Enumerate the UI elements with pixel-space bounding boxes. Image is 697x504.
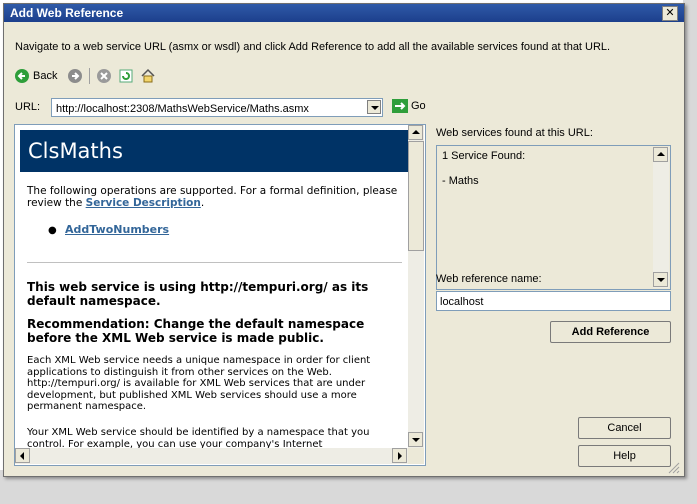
scroll-down-icon[interactable] bbox=[408, 432, 423, 447]
intro-text: The following operations are supported. … bbox=[27, 185, 398, 209]
window-title: Add Web Reference bbox=[10, 6, 124, 20]
go-arrow-icon bbox=[392, 99, 408, 113]
intro-suffix: . bbox=[200, 197, 205, 209]
scroll-right-icon[interactable] bbox=[392, 448, 407, 463]
url-label: URL: bbox=[15, 101, 41, 113]
refresh-icon[interactable] bbox=[118, 68, 134, 84]
url-combobox[interactable] bbox=[51, 98, 383, 117]
services-scroll-up-icon[interactable] bbox=[653, 147, 668, 162]
url-input[interactable] bbox=[52, 100, 358, 117]
browser-vertical-scrollbar[interactable] bbox=[408, 125, 424, 448]
stop-icon[interactable] bbox=[96, 68, 112, 84]
instructions-text: Navigate to a web service URL (asmx or w… bbox=[15, 41, 611, 53]
web-reference-name-input[interactable] bbox=[437, 293, 668, 311]
scroll-thumb[interactable] bbox=[408, 141, 424, 251]
add-web-reference-dialog: Add Web Reference ✕ Navigate to a web se… bbox=[3, 3, 685, 477]
operation-bullet: ● bbox=[48, 225, 57, 236]
services-found-count: 1 Service Found: bbox=[442, 150, 526, 162]
back-arrow-icon[interactable] bbox=[14, 68, 30, 84]
namespace-paragraph-1: Each XML Web service needs a unique name… bbox=[27, 355, 371, 412]
forward-arrow-icon[interactable] bbox=[67, 68, 83, 84]
services-found-label: Web services found at this URL: bbox=[436, 127, 593, 139]
namespace-paragraph-2: Your XML Web service should be identifie… bbox=[27, 427, 370, 448]
toolbar-separator bbox=[89, 68, 91, 84]
go-button[interactable]: Go bbox=[392, 99, 426, 113]
background-edge-right bbox=[683, 0, 697, 504]
services-scroll-down-icon[interactable] bbox=[653, 272, 668, 287]
service-header: ClsMaths bbox=[20, 130, 408, 172]
namespace-heading: This web service is using http://tempuri… bbox=[27, 280, 369, 308]
service-item[interactable]: - Maths bbox=[442, 175, 479, 187]
navigation-toolbar: Back bbox=[14, 66, 156, 86]
browser-content: ClsMaths The following operations are su… bbox=[15, 125, 408, 448]
url-dropdown-arrow-icon[interactable] bbox=[367, 100, 381, 114]
services-list[interactable]: 1 Service Found: - Maths bbox=[436, 145, 671, 290]
recommendation-heading: Recommendation: Change the default names… bbox=[27, 317, 365, 345]
add-reference-button[interactable]: Add Reference bbox=[550, 321, 671, 343]
services-scrollbar[interactable] bbox=[653, 147, 669, 288]
resize-grip-icon[interactable] bbox=[668, 462, 680, 474]
home-icon[interactable] bbox=[140, 68, 156, 84]
close-button[interactable]: ✕ bbox=[662, 6, 678, 21]
web-browser-pane[interactable]: ClsMaths The following operations are su… bbox=[14, 124, 426, 466]
service-description-link[interactable]: Service Description bbox=[86, 197, 201, 209]
scrollbar-corner bbox=[408, 448, 424, 464]
web-reference-name-field[interactable] bbox=[436, 291, 671, 311]
operation-link[interactable]: AddTwoNumbers bbox=[65, 223, 169, 236]
scroll-left-icon[interactable] bbox=[15, 448, 30, 463]
cancel-button[interactable]: Cancel bbox=[578, 417, 671, 439]
go-label: Go bbox=[411, 100, 426, 112]
help-button[interactable]: Help bbox=[578, 445, 671, 467]
intro-paragraph: The following operations are supported. … bbox=[27, 185, 399, 209]
divider bbox=[27, 262, 402, 263]
browser-horizontal-scrollbar[interactable] bbox=[15, 448, 408, 464]
web-reference-name-label: Web reference name: bbox=[436, 273, 542, 285]
title-bar[interactable]: Add Web Reference ✕ bbox=[4, 4, 684, 22]
service-title: ClsMaths bbox=[28, 139, 123, 163]
scroll-up-icon[interactable] bbox=[408, 125, 423, 140]
back-button-label[interactable]: Back bbox=[33, 70, 57, 82]
